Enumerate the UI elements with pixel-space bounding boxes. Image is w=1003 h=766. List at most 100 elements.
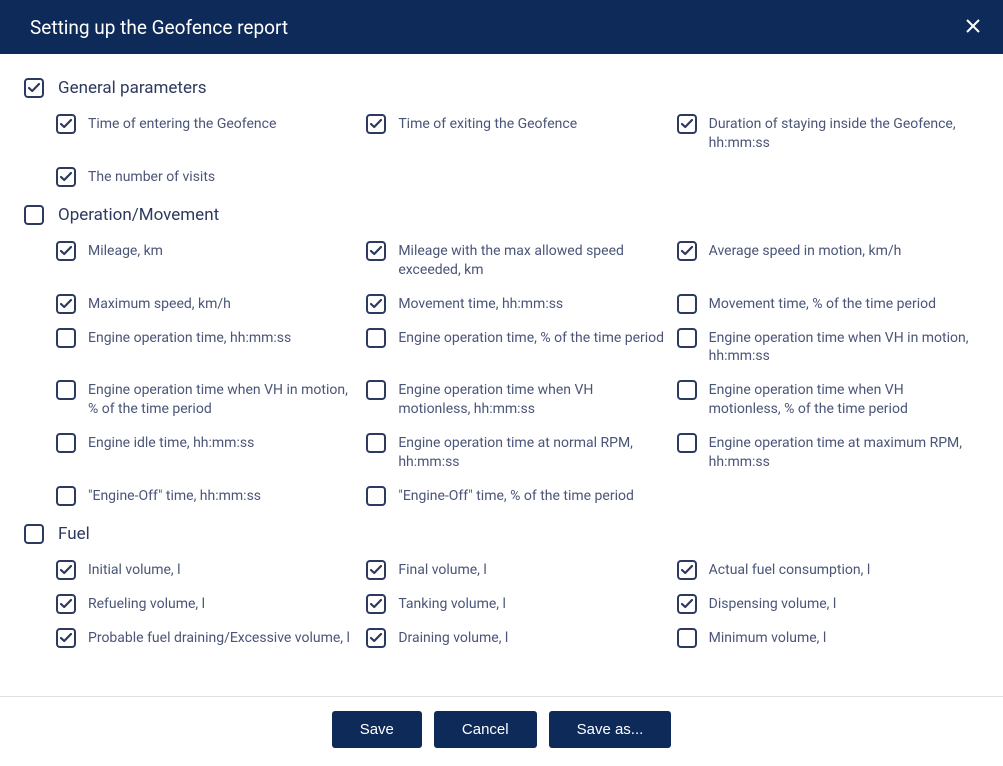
save-as-button[interactable]: Save as... [549,711,672,748]
section-header: Operation/Movement [24,205,979,225]
option-checkbox[interactable] [366,114,386,134]
option-label: "Engine-Off" time, % of the time period [398,486,634,506]
section-items: Time of entering the Geofence Time of exi… [24,114,979,187]
option-checkbox[interactable] [56,594,76,614]
option-label: Time of entering the Geofence [88,114,276,134]
option-item: Mileage, km [56,241,358,280]
option-item: Engine operation time, % of the time per… [366,328,668,367]
section-title: Fuel [58,524,90,544]
option-label: Tanking volume, l [398,594,506,614]
option-label: Engine operation time when VH in motion,… [88,380,358,419]
section-checkbox-operation[interactable] [24,205,44,225]
section-general: General parameters Time of entering the G… [24,78,979,187]
option-label: "Engine-Off" time, hh:mm:ss [88,486,261,506]
option-checkbox[interactable] [56,380,76,400]
option-item: "Engine-Off" time, hh:mm:ss [56,486,358,506]
option-item: Engine operation time when VH motionless… [677,380,979,419]
option-checkbox[interactable] [56,241,76,261]
option-label: Mileage with the max allowed speed excee… [398,241,668,280]
option-checkbox[interactable] [56,486,76,506]
option-label: Probable fuel draining/Excessive volume,… [88,628,350,648]
option-checkbox[interactable] [366,328,386,348]
option-label: Mileage, km [88,241,163,261]
option-label: Engine idle time, hh:mm:ss [88,433,254,453]
option-item: "Engine-Off" time, % of the time period [366,486,668,506]
option-item: Engine operation time, hh:mm:ss [56,328,358,367]
option-checkbox[interactable] [677,433,697,453]
option-item: Time of exiting the Geofence [366,114,668,153]
option-item: Engine operation time when VH motionless… [366,380,668,419]
option-item: Engine operation time at normal RPM, hh:… [366,433,668,472]
modal-header: Setting up the Geofence report [0,0,1003,54]
option-checkbox[interactable] [56,628,76,648]
option-label: Final volume, l [398,560,486,580]
close-button[interactable] [963,17,983,37]
option-item: Time of entering the Geofence [56,114,358,153]
option-item: Probable fuel draining/Excessive volume,… [56,628,358,648]
option-label: Movement time, % of the time period [709,294,936,314]
option-item: Movement time, % of the time period [677,294,979,314]
option-item: Engine operation time when VH in motion,… [56,380,358,419]
option-checkbox[interactable] [366,628,386,648]
option-label: The number of visits [88,167,215,187]
option-label: Refueling volume, l [88,594,205,614]
option-checkbox[interactable] [677,628,697,648]
option-label: Draining volume, l [398,628,508,648]
section-title: Operation/Movement [58,205,219,225]
option-item: The number of visits [56,167,358,187]
option-label: Engine operation time when VH motionless… [709,380,979,419]
cancel-button[interactable]: Cancel [434,711,537,748]
section-operation: Operation/Movement Mileage, km Mileage wit… [24,205,979,506]
option-checkbox[interactable] [366,560,386,580]
option-checkbox[interactable] [677,594,697,614]
option-label: Minimum volume, l [709,628,827,648]
option-label: Actual fuel consumption, l [709,560,871,580]
option-checkbox[interactable] [366,294,386,314]
option-label: Initial volume, l [88,560,181,580]
option-item: Draining volume, l [366,628,668,648]
option-checkbox[interactable] [677,294,697,314]
option-checkbox[interactable] [366,486,386,506]
option-checkbox[interactable] [56,294,76,314]
option-checkbox[interactable] [366,433,386,453]
option-label: Engine operation time, % of the time per… [398,328,664,348]
option-checkbox[interactable] [56,328,76,348]
option-label: Engine operation time at maximum RPM, hh… [709,433,979,472]
close-icon [966,17,980,38]
option-label: Average speed in motion, km/h [709,241,902,261]
option-checkbox[interactable] [677,328,697,348]
option-checkbox[interactable] [56,433,76,453]
option-item: Engine idle time, hh:mm:ss [56,433,358,472]
option-item: Mileage with the max allowed speed excee… [366,241,668,280]
section-items: Initial volume, l Final volume, l Actual f… [24,560,979,648]
option-item: Tanking volume, l [366,594,668,614]
section-checkbox-fuel[interactable] [24,524,44,544]
option-label: Time of exiting the Geofence [398,114,577,134]
option-label: Engine operation time at normal RPM, hh:… [398,433,668,472]
section-header: Fuel [24,524,979,544]
option-checkbox[interactable] [677,114,697,134]
option-item: Refueling volume, l [56,594,358,614]
section-title: General parameters [58,78,207,98]
option-item: Average speed in motion, km/h [677,241,979,280]
option-checkbox[interactable] [56,167,76,187]
option-checkbox[interactable] [677,380,697,400]
option-checkbox[interactable] [677,560,697,580]
option-checkbox[interactable] [366,380,386,400]
modal-body: General parameters Time of entering the G… [0,54,1003,696]
option-checkbox[interactable] [366,594,386,614]
option-checkbox[interactable] [677,241,697,261]
option-item: Dispensing volume, l [677,594,979,614]
option-label: Maximum speed, km/h [88,294,231,314]
option-item: Duration of staying inside the Geofence,… [677,114,979,153]
option-item: Minimum volume, l [677,628,979,648]
option-checkbox[interactable] [366,241,386,261]
option-checkbox[interactable] [56,114,76,134]
modal-footer: Save Cancel Save as... [0,696,1003,766]
option-checkbox[interactable] [56,560,76,580]
save-button[interactable]: Save [332,711,422,748]
section-checkbox-general[interactable] [24,78,44,98]
option-item: Maximum speed, km/h [56,294,358,314]
option-label: Movement time, hh:mm:ss [398,294,563,314]
option-label: Dispensing volume, l [709,594,837,614]
